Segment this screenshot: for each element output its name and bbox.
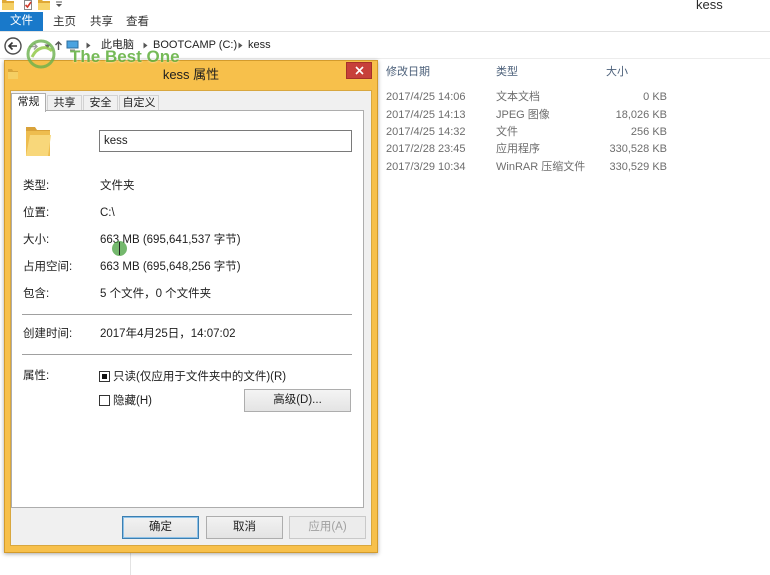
explorer-window: kess 文件 主页 共享 查看 此电脑 BOOTCAMP (C:) kess … (0, 0, 770, 575)
prop-label-created: 创建时间: (23, 328, 73, 340)
tab-home[interactable]: 主页 (53, 15, 76, 29)
file-row[interactable]: 2017/4/25 14:13 JPEG 图像 18,026 KB (380, 108, 680, 124)
file-row[interactable]: 2017/4/25 14:06 文本文档 0 KB (380, 90, 680, 106)
column-header-size[interactable]: 大小 (606, 66, 628, 79)
prop-value-contains: 5 个文件，0 个文件夹 (100, 288, 212, 300)
file-row[interactable]: 2017/3/29 10:34 WinRAR 压缩文件 330,529 KB (380, 160, 680, 176)
advanced-button[interactable]: 高级(D)... (244, 389, 351, 412)
back-icon[interactable] (4, 37, 22, 55)
folder-name-input[interactable]: kess (99, 130, 352, 152)
properties-icon[interactable] (22, 0, 34, 10)
prop-label-size-on-disk: 占用空间: (23, 261, 73, 273)
watermark-emblem-icon (24, 38, 60, 70)
readonly-label[interactable]: 只读(仅应用于文件夹中的文件)(R) (113, 370, 286, 384)
file-date: 2017/2/28 23:45 (386, 143, 466, 155)
prop-label-size: 大小: (23, 234, 50, 246)
hidden-label[interactable]: 隐藏(H) (113, 394, 152, 408)
watermark-text: The Best One (70, 47, 180, 66)
file-date: 2017/4/25 14:32 (386, 126, 466, 138)
tab-general[interactable]: 常规 (11, 93, 46, 112)
prop-label-attributes: 属性: (23, 370, 50, 382)
folder-icon (24, 125, 52, 158)
file-date: 2017/4/25 14:13 (386, 109, 466, 121)
separator (22, 354, 352, 355)
file-size: 0 KB (643, 91, 667, 103)
properties-dialog: kess 属性 常规 共享 安全 自定义 kess 类型: 文件夹 位置: C:… (4, 60, 378, 553)
column-header-type[interactable]: 类型 (496, 66, 518, 79)
watermark: The Best One (24, 38, 194, 70)
file-size: 330,529 KB (609, 161, 668, 173)
hidden-checkbox[interactable] (99, 395, 110, 406)
file-date: 2017/4/25 14:06 (386, 91, 466, 103)
breadcrumb-separator-icon[interactable] (238, 42, 243, 49)
prop-label-location: 位置: (23, 207, 50, 219)
prop-value-size-on-disk: 663 MB (695,648,256 字节) (100, 261, 241, 273)
prop-value-type: 文件夹 (100, 180, 135, 192)
ribbon-divider (0, 31, 770, 32)
prop-label-contains: 包含: (23, 288, 50, 300)
breadcrumb-folder[interactable]: kess (248, 39, 271, 52)
tab-share[interactable]: 共享 (90, 15, 113, 29)
file-date: 2017/3/29 10:34 (386, 161, 466, 173)
window-title: kess (696, 0, 723, 12)
prop-label-type: 类型: (23, 180, 50, 192)
cursor-highlight (112, 241, 127, 256)
navigation-pane-splitter[interactable] (130, 553, 131, 575)
column-header-date[interactable]: 修改日期 (386, 66, 430, 79)
file-size: 330,528 KB (609, 143, 668, 155)
file-row[interactable]: 2017/2/28 23:45 应用程序 330,528 KB (380, 142, 680, 158)
file-size: 256 KB (630, 126, 667, 138)
file-row[interactable]: 2017/4/25 14:32 文件 256 KB (380, 125, 680, 141)
close-icon (354, 66, 364, 75)
dialog-client-area: 常规 共享 安全 自定义 kess 类型: 文件夹 位置: C:\ 大小: 66… (10, 90, 372, 546)
file-type: 文件 (496, 126, 518, 138)
folder-icon[interactable] (2, 0, 14, 10)
readonly-checkbox[interactable] (99, 371, 110, 382)
prop-value-location: C:\ (100, 207, 115, 219)
tab-file[interactable]: 文件 (0, 12, 43, 31)
cancel-button[interactable]: 取消 (206, 516, 283, 539)
apply-button[interactable]: 应用(A) (289, 516, 366, 539)
prop-value-created: 2017年4月25日，14:07:02 (100, 328, 236, 340)
tab-page-general: kess 类型: 文件夹 位置: C:\ 大小: 663 MB (695,641… (11, 110, 364, 508)
separator (22, 314, 352, 315)
close-button[interactable] (346, 62, 372, 79)
new-folder-icon[interactable] (38, 0, 50, 10)
file-size: 18,026 KB (615, 109, 667, 121)
folder-name-value: kess (104, 135, 128, 147)
ok-button[interactable]: 确定 (122, 516, 199, 539)
tab-view[interactable]: 查看 (126, 15, 149, 29)
file-type: JPEG 图像 (496, 109, 550, 121)
file-type: 应用程序 (496, 143, 540, 155)
customize-toolbar-icon[interactable] (55, 1, 63, 8)
file-type: 文本文档 (496, 91, 540, 103)
